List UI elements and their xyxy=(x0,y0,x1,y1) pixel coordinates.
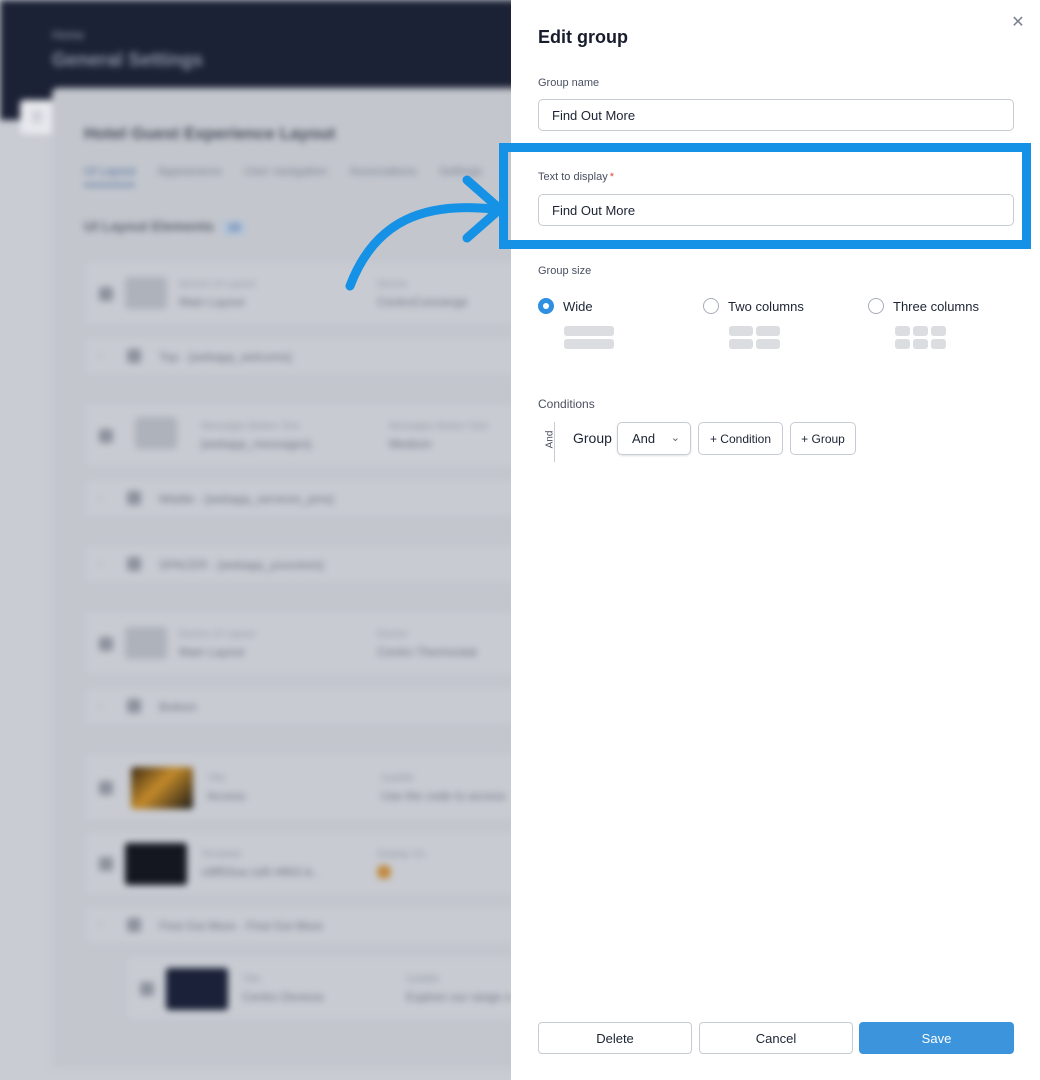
radio-label: Two columns xyxy=(728,298,804,314)
radio-two-columns[interactable]: Two columns xyxy=(703,298,804,314)
item-label: Subtitle xyxy=(406,974,440,985)
item-value: SPACER - [webapp_yourstore] xyxy=(159,558,324,572)
tile-icon xyxy=(99,781,113,795)
item-value: Explore our range o xyxy=(406,990,512,1004)
close-icon[interactable]: ✕ xyxy=(1007,12,1029,34)
card-title: Hotel Guest Experience Layout xyxy=(84,124,336,143)
cancel-button[interactable]: Cancel xyxy=(699,1022,853,1054)
item-label: Messages Button Text xyxy=(201,421,300,432)
section-title: UI Layout Elements 15 xyxy=(84,218,247,235)
delete-button[interactable]: Delete xyxy=(538,1022,692,1054)
radio-unchecked-icon[interactable] xyxy=(868,298,884,314)
item-label: Device UI Layout xyxy=(179,629,256,640)
conditions-label: Conditions xyxy=(538,397,595,411)
tile-icon xyxy=(140,982,154,996)
chevron-right-icon: › xyxy=(99,700,103,711)
item-label: Device xyxy=(377,629,408,640)
radio-label: Three columns xyxy=(893,298,979,314)
group-icon xyxy=(127,557,141,571)
annotation-arrow-icon xyxy=(345,175,505,291)
item-value: Centro Thermostat xyxy=(377,645,477,659)
group-name-input[interactable] xyxy=(538,99,1014,131)
group-size-label: Group size xyxy=(538,265,592,277)
chevron-down-icon: › xyxy=(99,919,103,930)
group-icon xyxy=(127,349,141,363)
item-value: Main Layout xyxy=(179,295,245,309)
chevron-right-icon: › xyxy=(99,492,103,503)
panel-title: Edit group xyxy=(538,27,628,47)
thumbnail xyxy=(125,627,167,659)
item-value: [webapp_messages] xyxy=(201,437,312,451)
thumbnail xyxy=(125,277,167,309)
two-columns-preview-icon xyxy=(729,326,780,349)
thumbnail xyxy=(131,767,193,809)
page-title: General Settings xyxy=(52,50,203,71)
tab-appearance[interactable]: Appearance xyxy=(157,164,222,186)
section-title-text: UI Layout Elements xyxy=(84,218,214,234)
template-icon xyxy=(99,857,113,871)
item-label: Title xyxy=(207,773,226,784)
radio-label: Wide xyxy=(563,298,593,314)
item-label: Subtitle xyxy=(381,773,415,784)
thumbnail xyxy=(125,843,187,885)
item-value: Use the code to access xyxy=(381,789,506,803)
three-columns-preview-icon xyxy=(895,326,946,349)
group-icon xyxy=(127,918,141,932)
thumbnail xyxy=(135,417,177,449)
google-icon xyxy=(377,865,391,879)
radio-checked-icon[interactable] xyxy=(538,298,554,314)
tab-ui-layout[interactable]: UI Layout xyxy=(84,164,136,186)
item-label: Device UI Layout xyxy=(179,279,256,290)
radio-unchecked-icon[interactable] xyxy=(703,298,719,314)
item-value: Bottom xyxy=(159,700,198,714)
item-label: Template xyxy=(201,849,242,860)
add-condition-button[interactable]: + Condition xyxy=(698,422,783,455)
condition-group-label: Group xyxy=(573,430,612,446)
group-name-label: Group name xyxy=(538,77,600,89)
breadcrumb[interactable]: Home xyxy=(52,28,84,42)
save-button[interactable]: Save xyxy=(859,1022,1014,1054)
add-group-button[interactable]: + Group xyxy=(790,422,856,455)
item-value: Top - [webapp_welcome] xyxy=(159,350,292,364)
item-label: Display On xyxy=(377,849,426,860)
condition-bracket xyxy=(554,422,555,462)
item-value: Middle - [webapp_services_pms] xyxy=(159,492,334,506)
item-value: Access xyxy=(207,789,246,803)
device-icon xyxy=(99,637,113,651)
item-label: Title xyxy=(242,974,261,985)
group-icon xyxy=(127,699,141,713)
tab-user-navigation[interactable]: User navigation xyxy=(244,164,327,186)
item-value: Centro Devices xyxy=(242,990,325,1004)
item-value: Medium xyxy=(389,437,432,451)
operator-select-value: And xyxy=(632,431,656,446)
chevron-right-icon: › xyxy=(99,558,103,569)
count-badge: 15 xyxy=(221,221,247,235)
message-icon xyxy=(99,429,113,443)
sidebar-toggle-button[interactable]: ☰ xyxy=(20,100,54,134)
device-icon xyxy=(99,287,113,301)
radio-three-columns[interactable]: Three columns xyxy=(868,298,979,314)
radio-wide[interactable]: Wide xyxy=(538,298,593,314)
chevron-right-icon: › xyxy=(99,350,103,361)
annotation-highlight-box xyxy=(499,143,1031,249)
item-value: c6ff02ea-1d0-4902-b.. xyxy=(201,865,319,879)
wide-layout-preview-icon xyxy=(564,326,614,349)
item-value: Main Layout xyxy=(179,645,245,659)
item-value: Find Out More - Find Out More xyxy=(159,919,324,933)
thumbnail xyxy=(166,968,228,1010)
group-icon xyxy=(127,491,141,505)
operator-select[interactable]: And ⌄ xyxy=(617,422,691,455)
chevron-down-icon: ⌄ xyxy=(670,432,680,444)
item-label: Messages Button Size xyxy=(389,421,489,432)
